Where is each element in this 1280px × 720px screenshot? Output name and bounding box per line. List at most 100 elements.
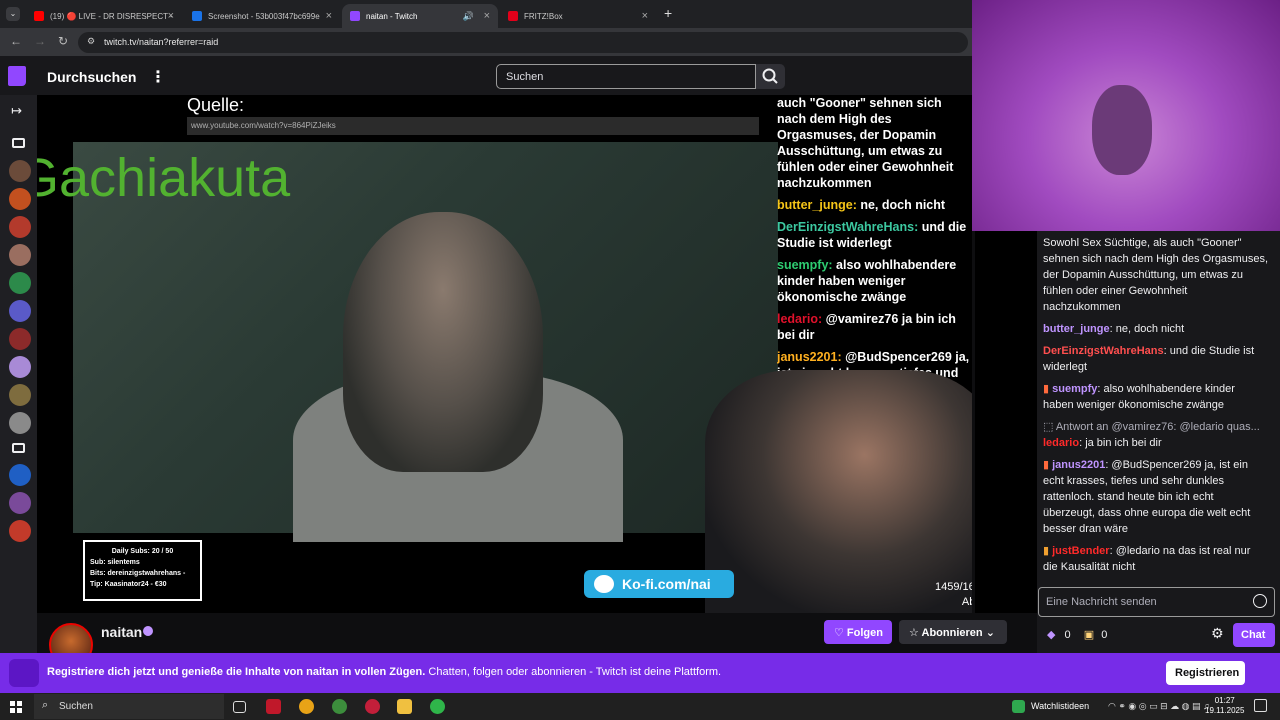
system-tray-icons[interactable]: ◠ ⚭ ◉ ◎ ▭ ⊟ ☁ ◍ ▤ ♫ bbox=[1108, 701, 1210, 712]
taskbar-search[interactable]: ⌕ Suchen bbox=[34, 694, 224, 719]
reply-context[interactable]: ⬚ Antwort an @vamirez76: @ledario quas..… bbox=[1043, 419, 1268, 435]
video-camera-icon bbox=[12, 443, 25, 453]
chat-message: ▮ suempfy: also wohlhabendere kinder hab… bbox=[1043, 383, 1235, 411]
channel-avatar[interactable] bbox=[9, 412, 31, 434]
glitch-icon bbox=[9, 659, 39, 687]
subscribe-label: Abonnieren bbox=[921, 627, 983, 639]
channel-avatar[interactable] bbox=[9, 520, 31, 542]
browser-tab-youtube[interactable]: (19) 🔴 LIVE - DR DISRESPECT - × bbox=[26, 4, 182, 28]
channel-avatar[interactable] bbox=[9, 384, 31, 406]
clock-time: 01:27 bbox=[1214, 696, 1235, 705]
subscribe-button[interactable]: ☆ Abonnieren ⌄ bbox=[899, 620, 1007, 644]
browser-tab-fritzbox[interactable]: FRITZ!Box × bbox=[500, 4, 656, 28]
tab-title: naitan - Twitch bbox=[366, 11, 418, 21]
channel-avatar[interactable] bbox=[9, 160, 31, 182]
overlay-chat-line: butter_junge: ne, doch nicht bbox=[777, 198, 946, 212]
chrome-icon[interactable] bbox=[299, 699, 314, 714]
banner-sub-text: Chatten, folgen oder abonnieren - Twitch… bbox=[425, 666, 722, 678]
app-icon[interactable] bbox=[266, 699, 281, 714]
emote-picker-icon[interactable] bbox=[1253, 594, 1267, 608]
register-button[interactable]: Registrieren bbox=[1166, 661, 1245, 685]
taskbar-search-label: Suchen bbox=[59, 701, 93, 712]
forward-icon[interactable]: → bbox=[34, 34, 46, 48]
url-text: twitch.tv/naitan?referrer=raid bbox=[104, 37, 219, 47]
watchlist-icon[interactable] bbox=[1012, 700, 1025, 713]
reply-icon: ⬚ bbox=[1043, 421, 1056, 433]
close-icon[interactable]: × bbox=[168, 10, 174, 22]
banner-bold-text: Registriere dich jetzt und genieße die I… bbox=[47, 666, 426, 678]
close-icon[interactable]: × bbox=[326, 10, 332, 22]
more-menu-icon[interactable]: ⋮ bbox=[150, 67, 166, 87]
chat-settings-gear-icon[interactable]: ⚙ bbox=[1211, 625, 1224, 642]
url-field[interactable]: ⚙ twitch.tv/naitan?referrer=raid bbox=[78, 32, 968, 53]
chat-send-button[interactable]: Chat bbox=[1233, 623, 1275, 647]
points-b-value: 0 bbox=[1101, 629, 1108, 641]
banner-text: Registriere dich jetzt und genieße die I… bbox=[47, 666, 721, 678]
channel-avatar[interactable] bbox=[9, 328, 31, 350]
chevron-down-icon: ⌄ bbox=[982, 627, 995, 639]
windows-start-icon[interactable] bbox=[10, 701, 22, 713]
task-view-icon[interactable] bbox=[233, 701, 246, 713]
taskbar-clock[interactable]: 01:27 19.11.2025 bbox=[1205, 696, 1244, 716]
chat-input[interactable]: Eine Nachricht senden bbox=[1038, 587, 1275, 617]
channel-avatar[interactable] bbox=[9, 492, 31, 514]
expand-sidebar-icon[interactable]: ↦ bbox=[11, 103, 22, 119]
channel-avatar[interactable] bbox=[9, 216, 31, 238]
video-camera-icon bbox=[12, 138, 25, 148]
chat-spacer bbox=[975, 231, 1037, 613]
overlay-chat-line: auch "Gooner" sehnen sich nach dem High … bbox=[777, 96, 954, 190]
video-player[interactable]: Quelle: www.youtube.com/watch?v=864PiZJe… bbox=[37, 95, 972, 613]
channel-avatar[interactable] bbox=[9, 300, 31, 322]
reload-icon[interactable]: ↻ bbox=[58, 34, 68, 48]
back-icon[interactable]: ← bbox=[10, 34, 22, 48]
notification-icon[interactable] bbox=[1254, 699, 1267, 712]
twitch-logo-icon[interactable] bbox=[8, 66, 26, 86]
video-person bbox=[343, 212, 543, 472]
chat-message: ▮ janus2201: @BudSpencer269 ja, ist ein … bbox=[1043, 459, 1251, 535]
search-button[interactable] bbox=[756, 64, 785, 89]
fritzbox-icon bbox=[508, 11, 518, 21]
site-info-icon[interactable]: ⚙ bbox=[87, 36, 95, 47]
browse-link[interactable]: Durchsuchen bbox=[47, 69, 136, 85]
overlay-chat-line: DerEinzigstWahreHans: und die Studie ist… bbox=[777, 220, 967, 250]
tab-list-dropdown-icon[interactable]: ⌄ bbox=[6, 7, 20, 21]
channel-avatar[interactable] bbox=[9, 356, 31, 378]
tab-title: Screenshot - 53b003f47bc699e bbox=[208, 11, 320, 21]
sub-counter: 1459/1600 Abos bbox=[935, 580, 972, 610]
channel-points[interactable]: ◆ 0 ▣ 0 bbox=[1047, 628, 1107, 641]
subs-line: Tip: Kaasinator24 - €30 bbox=[90, 581, 167, 588]
badge-icon: ▮ bbox=[1043, 545, 1053, 557]
title-overlay: Gachiakuta bbox=[37, 148, 291, 208]
points-a-value: 0 bbox=[1064, 629, 1071, 641]
channel-avatar[interactable] bbox=[9, 188, 31, 210]
speaker-icon[interactable]: 🔊 bbox=[463, 11, 474, 22]
chat-message: DerEinzigstWahreHans: und die Studie ist… bbox=[1043, 345, 1255, 373]
new-tab-icon[interactable]: + bbox=[664, 5, 672, 21]
watchlist-label[interactable]: Watchlistideen bbox=[1031, 701, 1089, 711]
channel-info-bar: naitan ♡ Folgen ☆ Abonnieren ⌄ bbox=[37, 613, 1037, 667]
browser-tab-screenshot[interactable]: Screenshot - 53b003f47bc699e × bbox=[184, 4, 340, 28]
follow-button[interactable]: ♡ Folgen bbox=[824, 620, 892, 644]
youtube-icon bbox=[34, 11, 44, 21]
overlay-chat-line: suempfy: also wohlhabendere kinder haben… bbox=[777, 258, 957, 304]
twitch-header: Durchsuchen ⋮ Suchen bbox=[0, 56, 975, 95]
file-explorer-icon[interactable] bbox=[397, 699, 412, 714]
sub-counter-value: 1459/1600 bbox=[935, 581, 972, 593]
close-icon[interactable]: × bbox=[484, 10, 490, 22]
channel-name[interactable]: naitan bbox=[101, 624, 142, 640]
channel-avatar[interactable] bbox=[9, 244, 31, 266]
app-icon[interactable] bbox=[430, 699, 445, 714]
search-input[interactable]: Suchen bbox=[496, 64, 756, 89]
windows-taskbar: ⌕ Suchen Watchlistideen ◠ ⚭ ◉ ◎ ▭ ⊟ ☁ ◍ … bbox=[0, 693, 1280, 720]
chat-log: Sowohl Sex Süchtige, als auch "Gooner" s… bbox=[1043, 235, 1268, 581]
followed-channels-sidebar: ↦ bbox=[0, 95, 37, 655]
close-icon[interactable]: × bbox=[642, 10, 648, 22]
star-icon: ☆ bbox=[909, 627, 922, 639]
chat-message: ▮ justBender: @ledario na das ist real n… bbox=[1043, 545, 1251, 573]
verified-badge-icon bbox=[143, 626, 153, 636]
channel-avatar[interactable] bbox=[9, 464, 31, 486]
app-icon[interactable] bbox=[365, 699, 380, 714]
browser-tab-twitch[interactable]: naitan - Twitch 🔊 × bbox=[342, 4, 498, 28]
channel-avatar[interactable] bbox=[9, 272, 31, 294]
app-icon[interactable] bbox=[332, 699, 347, 714]
